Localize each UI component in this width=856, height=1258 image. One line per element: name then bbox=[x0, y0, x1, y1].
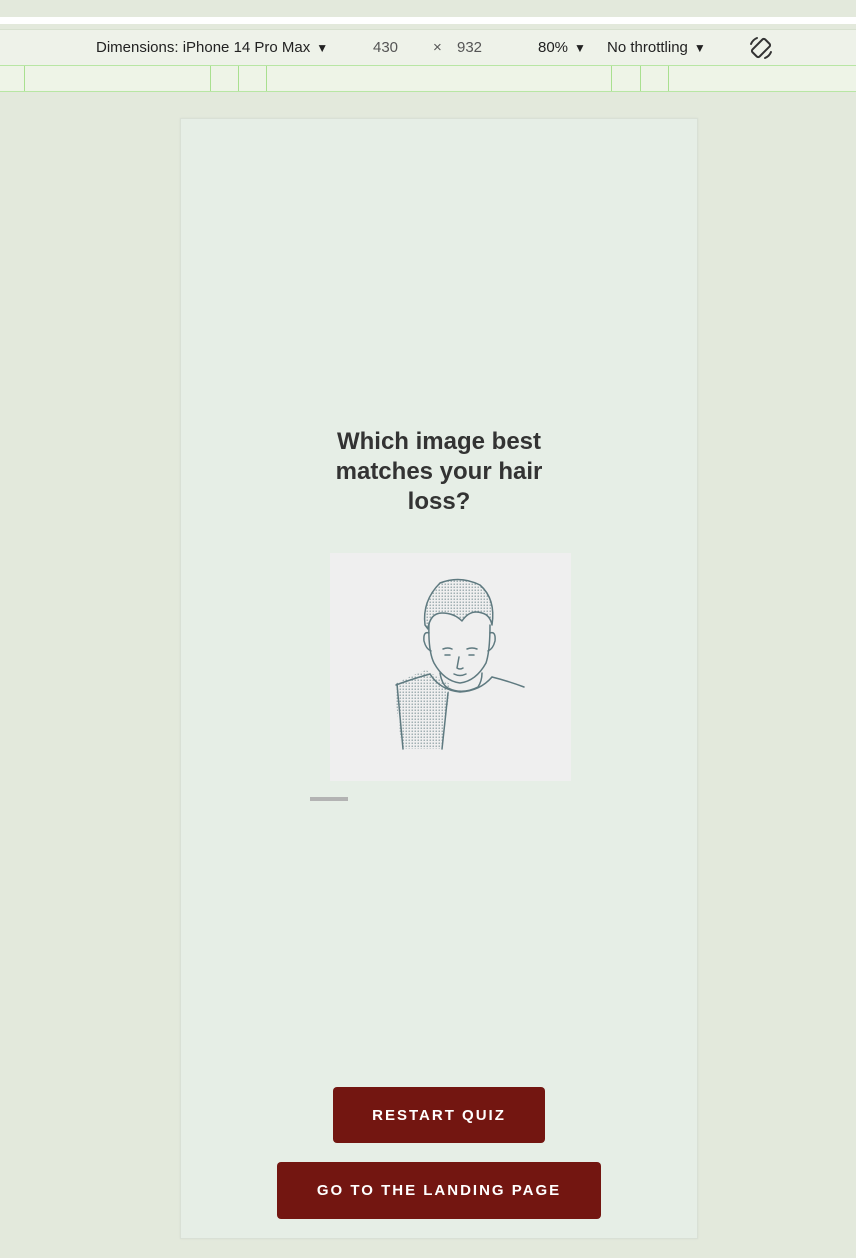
throttling-label: No throttling bbox=[607, 39, 688, 56]
ruler-tick bbox=[611, 66, 612, 91]
media-query-ruler bbox=[0, 65, 856, 92]
ruler-tick bbox=[640, 66, 641, 91]
ruler-tick bbox=[668, 66, 669, 91]
ruler-tick bbox=[238, 66, 239, 91]
width-input[interactable]: 430 bbox=[373, 39, 398, 56]
landing-page-button[interactable]: GO TO THE LANDING PAGE bbox=[277, 1162, 601, 1219]
ruler-tick bbox=[24, 66, 25, 91]
restart-quiz-button[interactable]: RESTART QUIZ bbox=[333, 1087, 545, 1143]
ruler-tick bbox=[210, 66, 211, 91]
dimensions-dropdown[interactable]: Dimensions: iPhone 14 Pro Max ▼ bbox=[96, 39, 328, 56]
hair-loss-option-image[interactable] bbox=[330, 553, 571, 781]
dropdown-caret-icon: ▼ bbox=[316, 40, 329, 55]
rotate-icon[interactable] bbox=[748, 35, 774, 61]
times-separator: × bbox=[433, 39, 442, 56]
dropdown-caret-icon: ▼ bbox=[574, 40, 586, 55]
quiz-question: Which image best matches your hair loss? bbox=[335, 428, 543, 515]
dropdown-caret-icon: ▼ bbox=[693, 40, 706, 55]
top-divider bbox=[0, 17, 856, 24]
devtools-device-toolbar: Dimensions: iPhone 14 Pro Max ▼ 430 × 93… bbox=[0, 29, 856, 65]
carousel-indicator[interactable] bbox=[310, 797, 348, 801]
zoom-label: 80% bbox=[538, 39, 569, 56]
ruler-tick bbox=[266, 66, 267, 91]
dimensions-label: Dimensions: iPhone 14 Pro Max bbox=[96, 39, 311, 56]
height-input[interactable]: 932 bbox=[457, 39, 482, 56]
device-viewport: Which image best matches your hair loss? bbox=[180, 118, 698, 1239]
browser-top-strip bbox=[0, 0, 856, 29]
throttling-dropdown[interactable]: No throttling ▼ bbox=[607, 39, 706, 56]
man-head-illustration bbox=[395, 578, 525, 750]
zoom-dropdown[interactable]: 80% ▼ bbox=[538, 39, 586, 56]
